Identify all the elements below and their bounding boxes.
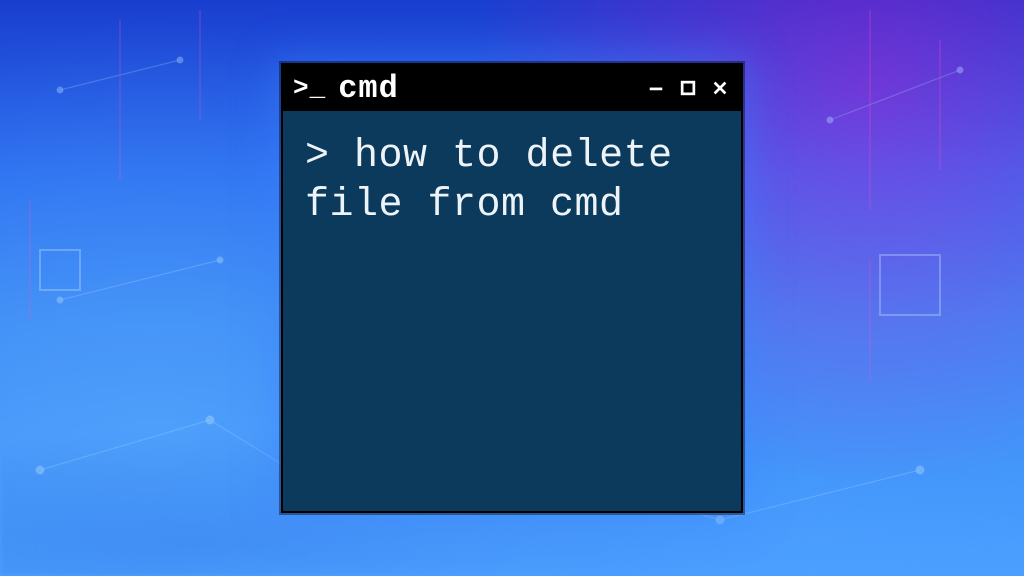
- window-controls: [645, 77, 731, 99]
- app-title: cmd: [338, 70, 399, 107]
- terminal-body[interactable]: > how to delete file from cmd: [283, 111, 741, 511]
- titlebar[interactable]: >_ cmd: [283, 65, 741, 111]
- maximize-button[interactable]: [677, 77, 699, 99]
- background: >_ cmd > how to: [0, 0, 1024, 576]
- prompt-symbol: >: [305, 134, 330, 179]
- command-text: how to delete file from cmd: [305, 134, 697, 228]
- prompt-logo-icon: >_: [293, 73, 326, 103]
- window-glow: >_ cmd > how to: [267, 49, 757, 527]
- titlebar-left: >_ cmd: [293, 70, 399, 107]
- terminal-window: >_ cmd > how to: [281, 63, 743, 513]
- close-button[interactable]: [709, 77, 731, 99]
- minimize-button[interactable]: [645, 77, 667, 99]
